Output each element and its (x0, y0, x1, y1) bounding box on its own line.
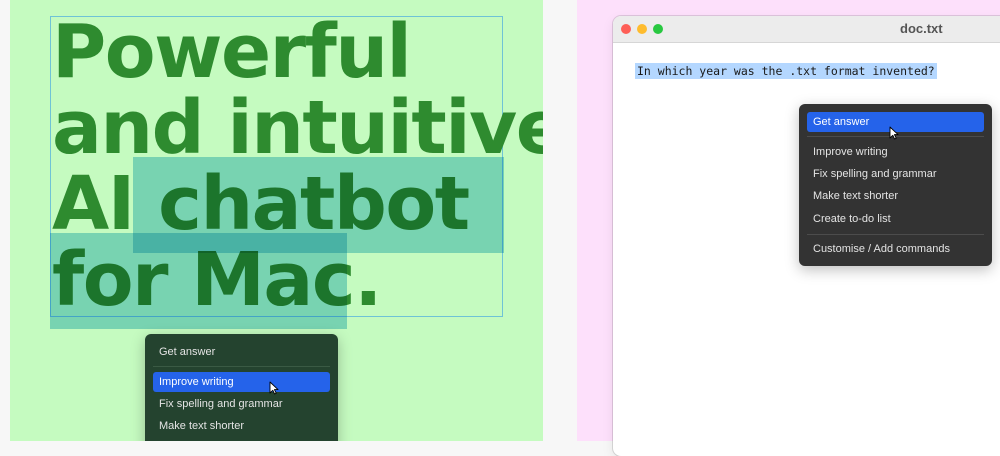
menu-item-fix-spelling[interactable]: Fix spelling and grammar (153, 394, 330, 414)
mouse-cursor-icon (889, 126, 899, 140)
menu-item-improve-writing[interactable]: Improve writing (807, 142, 984, 162)
menu-item-make-shorter[interactable]: Make text shorter (807, 186, 984, 206)
zoom-window-icon[interactable] (653, 24, 663, 34)
window-titlebar[interactable]: doc.txt (613, 16, 1000, 43)
selected-document-text[interactable]: In which year was the .txt format invent… (635, 63, 937, 79)
close-window-icon[interactable] (621, 24, 631, 34)
menu-item-fix-spelling[interactable]: Fix spelling and grammar (807, 164, 984, 184)
context-menu: Get answer Improve writing Fix spelling … (145, 334, 338, 441)
minimize-window-icon[interactable] (637, 24, 647, 34)
menu-item-todo-list[interactable]: Create to-do list (807, 209, 984, 229)
menu-separator (153, 366, 330, 367)
headline-line-2: and intuitive (52, 85, 543, 171)
menu-item-make-shorter[interactable]: Make text shorter (153, 416, 330, 436)
menu-item-customise-commands[interactable]: Customise / Add commands (807, 239, 984, 259)
text-selection-highlight (50, 233, 347, 329)
menu-separator (807, 234, 984, 235)
window-title: doc.txt (900, 21, 943, 36)
context-menu: Get answer Improve writing Fix spelling … (799, 104, 992, 266)
hero-panel: Powerful and intuitive AI chatbot for Ma… (10, 0, 543, 441)
menu-item-get-answer[interactable]: Get answer (153, 342, 330, 362)
headline-line-1: Powerful (52, 9, 412, 95)
mouse-cursor-icon (269, 381, 279, 395)
menu-item-improve-writing[interactable]: Improve writing (153, 372, 330, 392)
